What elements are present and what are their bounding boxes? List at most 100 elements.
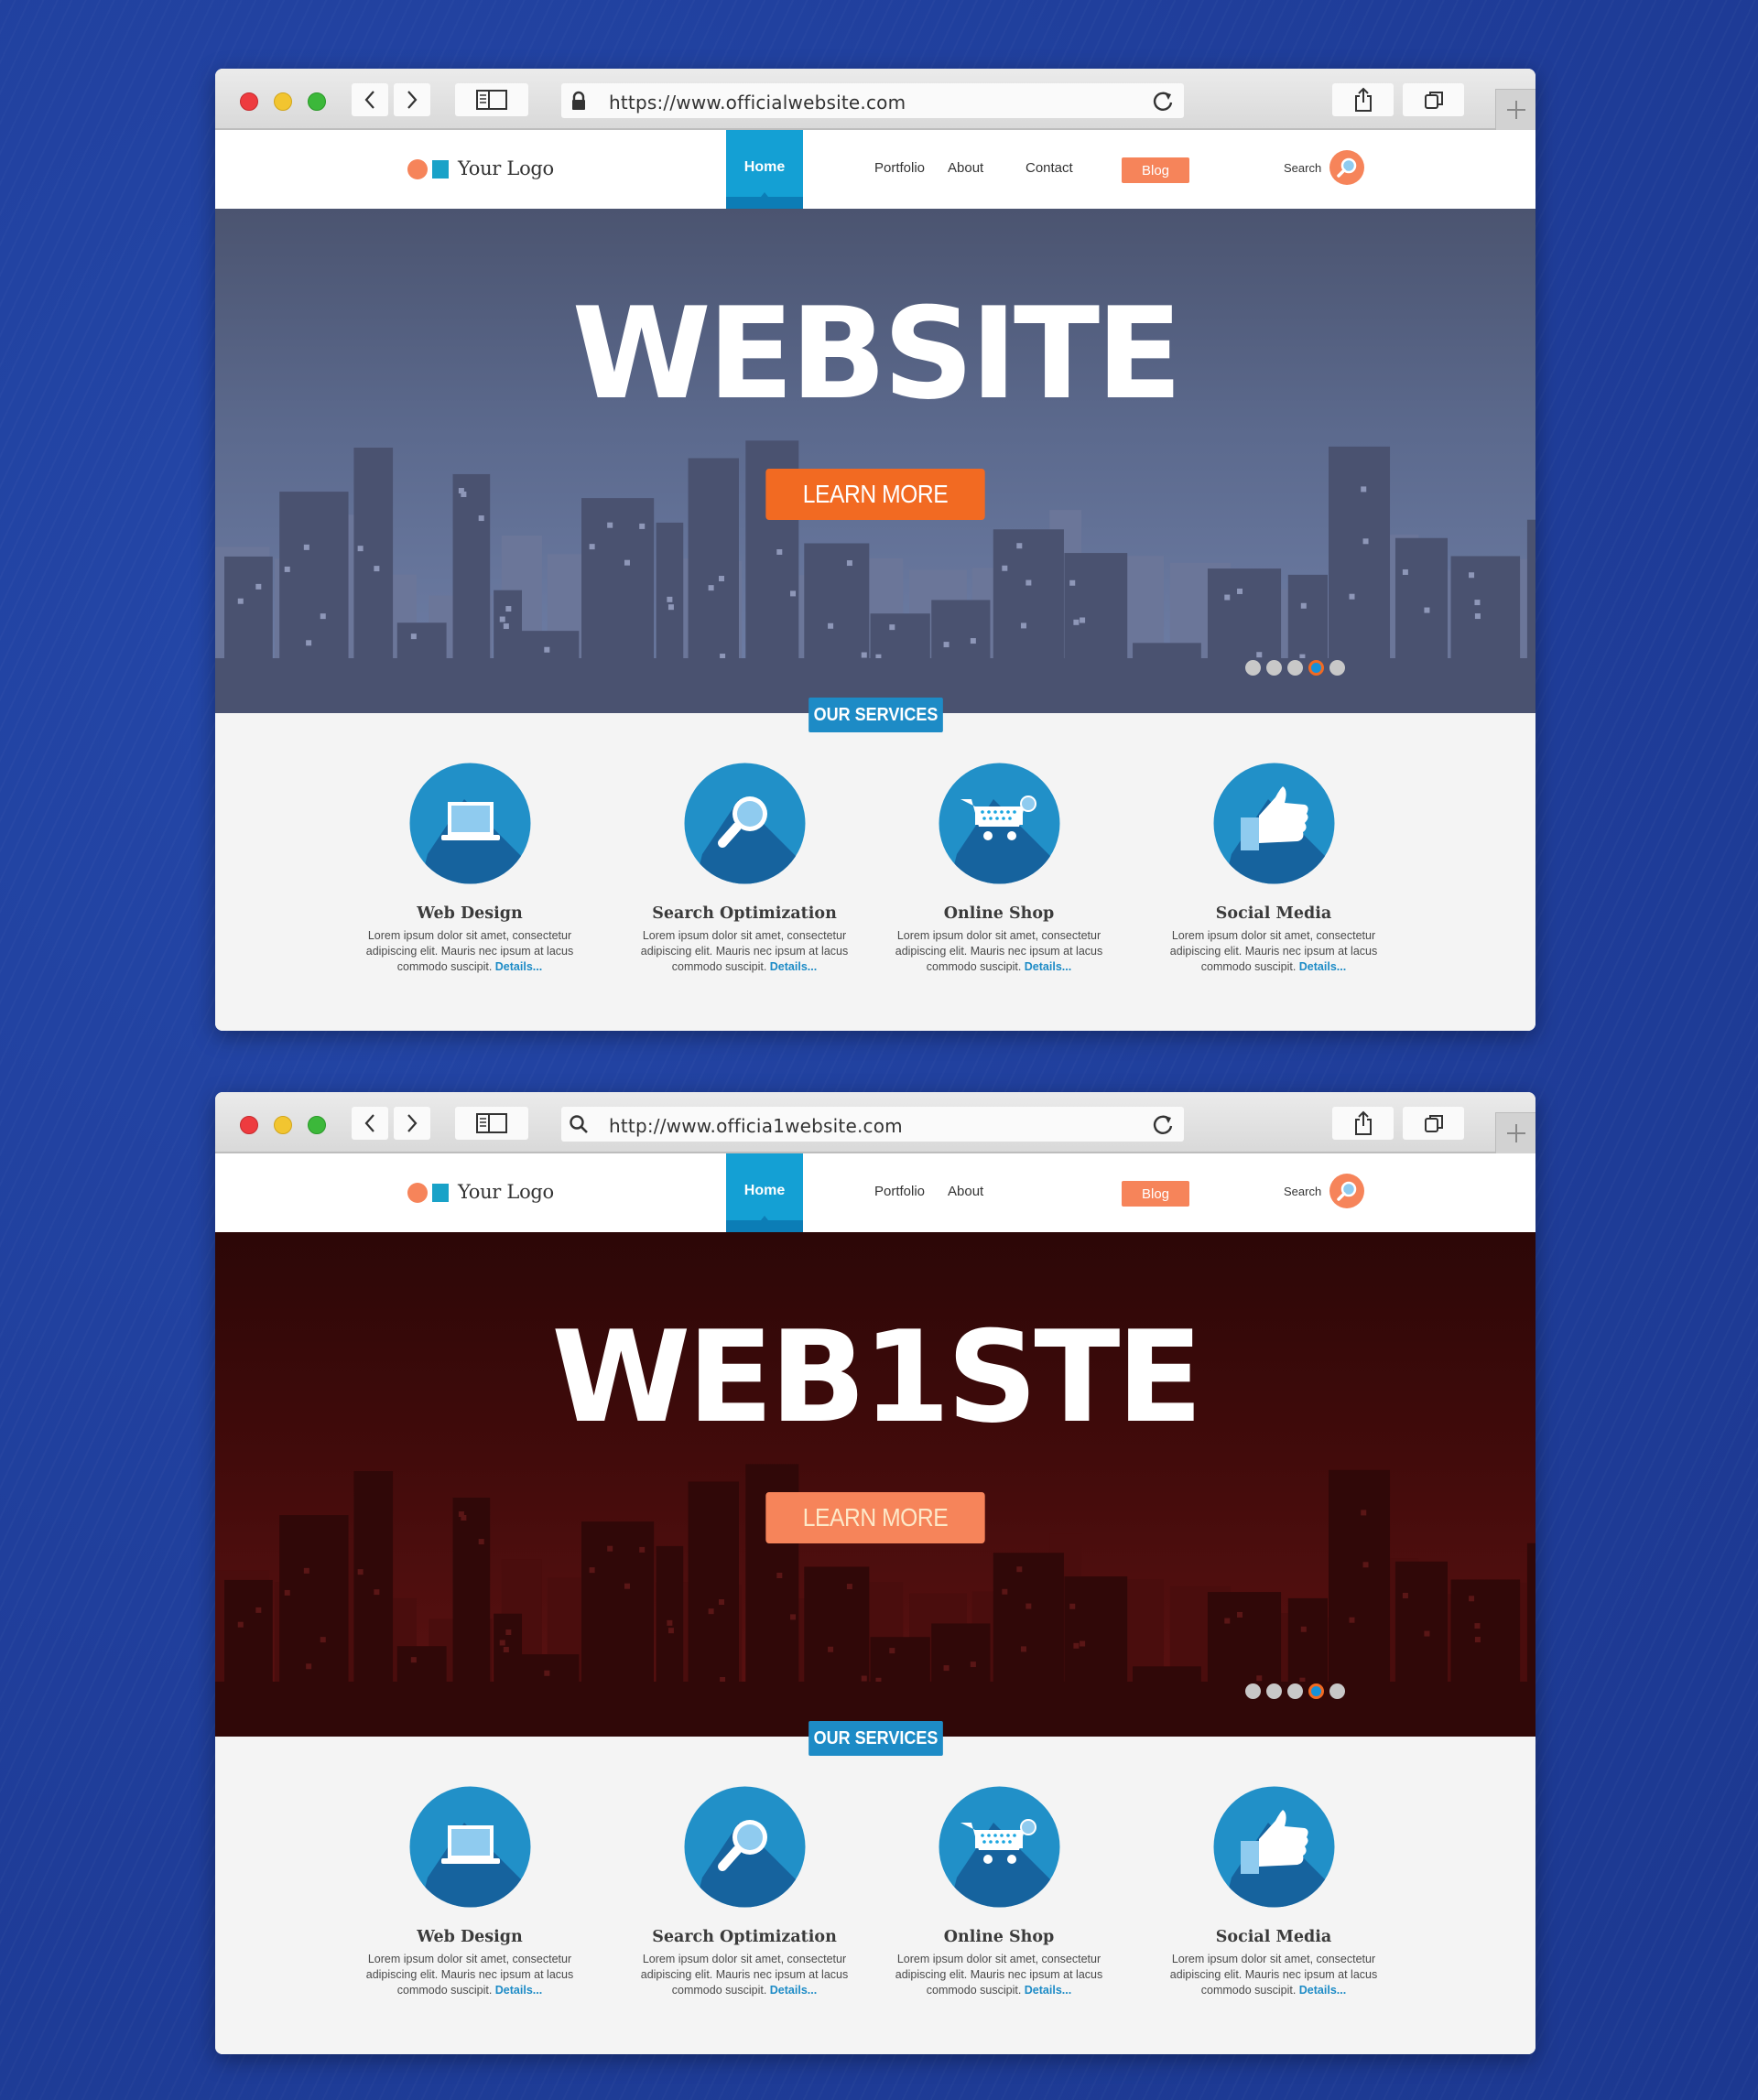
services-section: OUR SERVICES Web Design Lorem ipsum dolor…: [215, 1721, 1536, 2054]
service-title: Search Optimization: [652, 904, 837, 923]
search-button[interactable]: [1329, 150, 1364, 185]
nav-item-contact[interactable]: Contact: [1026, 160, 1073, 176]
details-link[interactable]: Details...: [770, 1984, 817, 1997]
service-card: Search Optimization Lorem ipsum dolor sit…: [635, 763, 854, 975]
sidebar-toggle-button[interactable]: [455, 83, 528, 116]
shopping-cart-icon[interactable]: [939, 763, 1060, 884]
show-tabs-button[interactable]: [1403, 83, 1464, 116]
new-tab-button[interactable]: [1495, 89, 1536, 130]
magnifier-icon[interactable]: [684, 1786, 806, 1908]
tabs-icon: [1424, 92, 1443, 109]
skyline-window-light: [1474, 600, 1481, 606]
service-description-text: Lorem ipsum dolor sit amet, consectetur …: [640, 929, 849, 973]
skyline-window-light: [458, 488, 464, 494]
skyline-window-light: [306, 1663, 312, 1670]
maximize-window-button[interactable]: [308, 1116, 326, 1134]
nav-blog-button[interactable]: Blog: [1122, 1181, 1189, 1207]
details-link[interactable]: Details...: [1025, 960, 1071, 973]
slider-dot-3[interactable]: [1287, 660, 1303, 676]
site-logo[interactable]: Your Logo: [458, 1181, 554, 1203]
skyline-window-light: [1026, 579, 1032, 586]
nav-item-portfolio[interactable]: Portfolio: [874, 160, 925, 176]
forward-button[interactable]: [394, 83, 430, 116]
slider-dot-2[interactable]: [1266, 1683, 1282, 1699]
nav-item-portfolio[interactable]: Portfolio: [874, 1184, 925, 1199]
skyline-window-light: [667, 596, 673, 602]
search-button[interactable]: [1329, 1174, 1364, 1208]
slider-dot-5[interactable]: [1329, 1683, 1345, 1699]
service-description-text: Lorem ipsum dolor sit amet, consectetur …: [895, 929, 1103, 973]
back-button[interactable]: [352, 83, 388, 116]
url-text[interactable]: https://www.officialwebsite.com: [609, 92, 906, 114]
skyline-window-light: [1020, 1646, 1026, 1652]
logo-square-mark: [432, 160, 449, 179]
skyline-window-light: [667, 604, 674, 611]
service-description-text: Lorem ipsum dolor sit amet, consectetur …: [895, 1953, 1103, 1997]
nav-item-about[interactable]: About: [948, 160, 983, 176]
skyline-window-light: [846, 560, 852, 567]
site-logo[interactable]: Your Logo: [458, 157, 554, 179]
skyline-window-light: [1349, 1617, 1355, 1623]
skyline-window-light: [1402, 1592, 1408, 1598]
close-window-button[interactable]: [240, 92, 258, 111]
show-tabs-button[interactable]: [1403, 1107, 1464, 1140]
service-card: Social Media Lorem ipsum dolor sit amet, …: [1164, 1786, 1384, 1998]
details-link[interactable]: Details...: [495, 1984, 542, 1997]
details-link[interactable]: Details...: [495, 960, 542, 973]
skyline-window-light: [1069, 579, 1076, 586]
url-text[interactable]: http://www.officia1website.com: [609, 1115, 903, 1137]
slider-dot-1[interactable]: [1245, 660, 1261, 676]
share-button[interactable]: [1332, 1107, 1394, 1140]
slider-dot-5[interactable]: [1329, 660, 1345, 676]
slider-dot-1[interactable]: [1245, 1683, 1261, 1699]
skyline-window-light: [410, 1657, 417, 1663]
slider-dot-3[interactable]: [1287, 1683, 1303, 1699]
skyline-window-light: [237, 1621, 244, 1628]
details-link[interactable]: Details...: [770, 960, 817, 973]
slider-dot-4[interactable]: [1308, 660, 1324, 676]
forward-button[interactable]: [394, 1107, 430, 1140]
nav-blog-button[interactable]: Blog: [1122, 157, 1189, 183]
slider-dot-4[interactable]: [1308, 1683, 1324, 1699]
share-button[interactable]: [1332, 83, 1394, 116]
search-icon: [570, 1115, 588, 1133]
shopping-cart-icon[interactable]: [939, 1786, 1060, 1908]
learn-more-button[interactable]: LEARN MORE: [765, 469, 985, 520]
new-tab-button[interactable]: [1495, 1112, 1536, 1153]
skyline-window-light: [1474, 1637, 1481, 1643]
nav-item-home[interactable]: Home: [726, 1153, 803, 1232]
skyline-window-light: [1424, 1630, 1430, 1637]
skyline-window-light: [320, 1637, 326, 1643]
service-description-text: Lorem ipsum dolor sit amet, consectetur …: [1169, 1953, 1378, 1997]
address-bar[interactable]: http://www.officia1website.com: [561, 1107, 1184, 1142]
slider-dot-2[interactable]: [1266, 660, 1282, 676]
reload-icon[interactable]: [1151, 1112, 1175, 1136]
minimize-window-button[interactable]: [274, 92, 292, 111]
details-link[interactable]: Details...: [1025, 1984, 1071, 1997]
nav-item-about[interactable]: About: [948, 1184, 983, 1199]
skyline-window-light: [505, 606, 512, 612]
learn-more-button[interactable]: LEARN MORE: [765, 1492, 985, 1543]
laptop-icon[interactable]: [409, 1786, 531, 1908]
close-window-button[interactable]: [240, 1116, 258, 1134]
thumbs-up-icon[interactable]: [1213, 763, 1335, 884]
magnifier-icon[interactable]: [684, 763, 806, 884]
reload-icon[interactable]: [1151, 89, 1175, 113]
service-description: Lorem ipsum dolor sit amet, consectetur …: [635, 928, 854, 975]
services-section: OUR SERVICES Web Design Lorem ipsum dolor…: [215, 698, 1536, 1031]
laptop-icon[interactable]: [409, 763, 531, 884]
our-services-badge: OUR SERVICES: [808, 698, 943, 732]
sidebar-toggle-button[interactable]: [455, 1107, 528, 1140]
search-icon: [1337, 1181, 1357, 1201]
skyline-window-light: [828, 1646, 834, 1652]
nav-item-home[interactable]: Home: [726, 130, 803, 209]
back-button[interactable]: [352, 1107, 388, 1140]
maximize-window-button[interactable]: [308, 92, 326, 111]
details-link[interactable]: Details...: [1299, 1984, 1346, 1997]
thumbs-up-icon[interactable]: [1213, 1786, 1335, 1908]
details-link[interactable]: Details...: [1299, 960, 1346, 973]
address-bar[interactable]: https://www.officialwebsite.com: [561, 83, 1184, 118]
minimize-window-button[interactable]: [274, 1116, 292, 1134]
service-title: Online Shop: [943, 904, 1055, 923]
skyline-window-light: [943, 642, 950, 648]
